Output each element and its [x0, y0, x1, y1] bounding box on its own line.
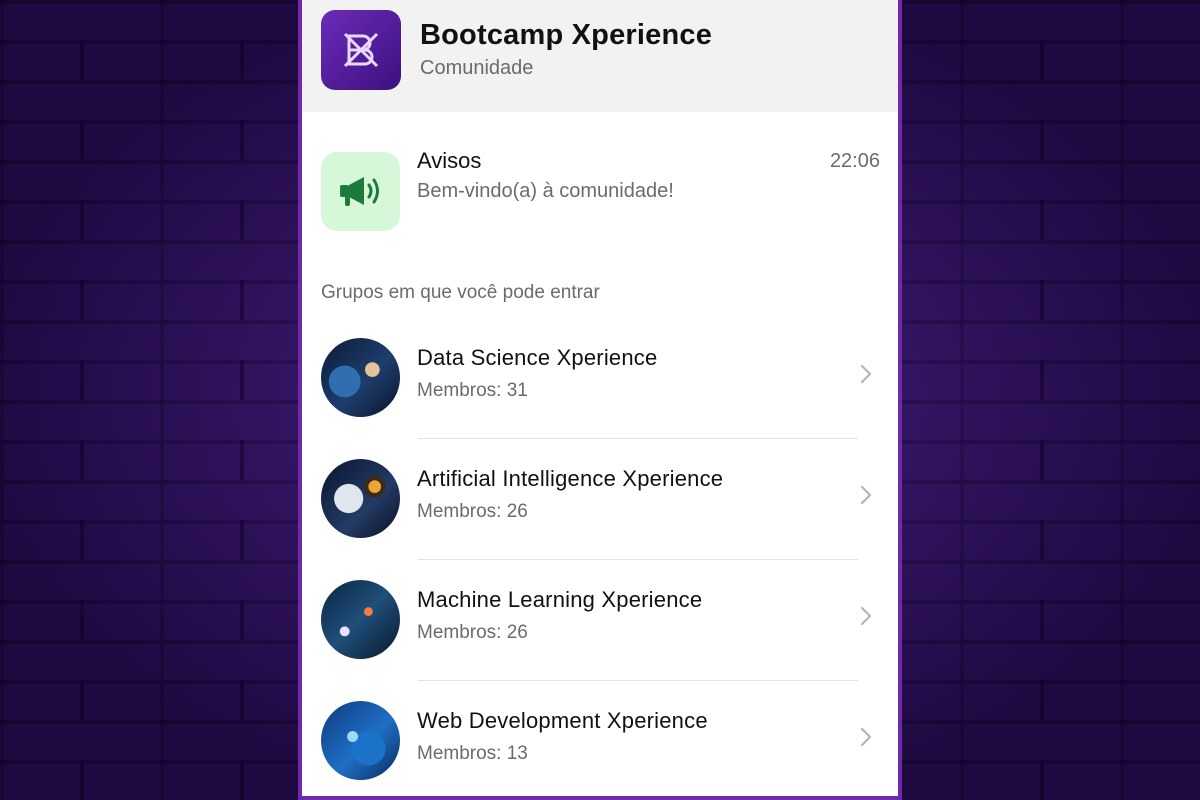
- group-name: Data Science Xperience: [417, 345, 658, 370]
- chevron-right-icon: [860, 606, 872, 626]
- community-screen: Bootcamp Xperience Comunidade Avisos 22:…: [298, 0, 902, 800]
- community-subtitle: Comunidade: [420, 57, 534, 79]
- announcements-title: Avisos: [417, 148, 482, 173]
- group-name: Artificial Intelligence Xperience: [417, 466, 724, 491]
- group-row-machine-learning[interactable]: Machine Learning Xperience Membros: 26: [302, 560, 898, 681]
- group-avatar: [321, 701, 400, 780]
- group-members-count: Membros: 26: [417, 622, 528, 643]
- community-header: Bootcamp Xperience Comunidade: [302, 0, 898, 112]
- group-row-artificial-intelligence[interactable]: Artificial Intelligence Xperience Membro…: [302, 439, 898, 560]
- group-row-data-science[interactable]: Data Science Xperience Membros: 31: [302, 318, 898, 439]
- group-members-count: Membros: 26: [417, 501, 528, 522]
- chevron-right-icon: [860, 364, 872, 384]
- megaphone-icon: [339, 176, 379, 206]
- bx-logo-icon: [343, 32, 379, 68]
- announcements-row[interactable]: Avisos 22:06 Bem-vindo(a) à comunidade!: [302, 135, 898, 245]
- group-row-web-development[interactable]: Web Development Xperience Membros: 13: [302, 681, 898, 796]
- group-members-count: Membros: 31: [417, 380, 528, 401]
- groups-section-title: Grupos em que você pode entrar: [321, 282, 600, 303]
- community-title: Bootcamp Xperience: [420, 19, 713, 51]
- group-avatar: [321, 580, 400, 659]
- group-name: Machine Learning Xperience: [417, 587, 703, 612]
- group-avatar: [321, 338, 400, 417]
- community-logo-icon[interactable]: [321, 10, 401, 90]
- chevron-right-icon: [860, 485, 872, 505]
- announcements-timestamp: 22:06: [829, 150, 880, 172]
- announcements-last-message: Bem-vindo(a) à comunidade!: [417, 180, 674, 202]
- group-members-count: Membros: 13: [417, 743, 528, 764]
- announcements-avatar: [321, 152, 400, 231]
- group-name: Web Development Xperience: [417, 708, 708, 733]
- group-avatar: [321, 459, 400, 538]
- chevron-right-icon: [860, 727, 872, 747]
